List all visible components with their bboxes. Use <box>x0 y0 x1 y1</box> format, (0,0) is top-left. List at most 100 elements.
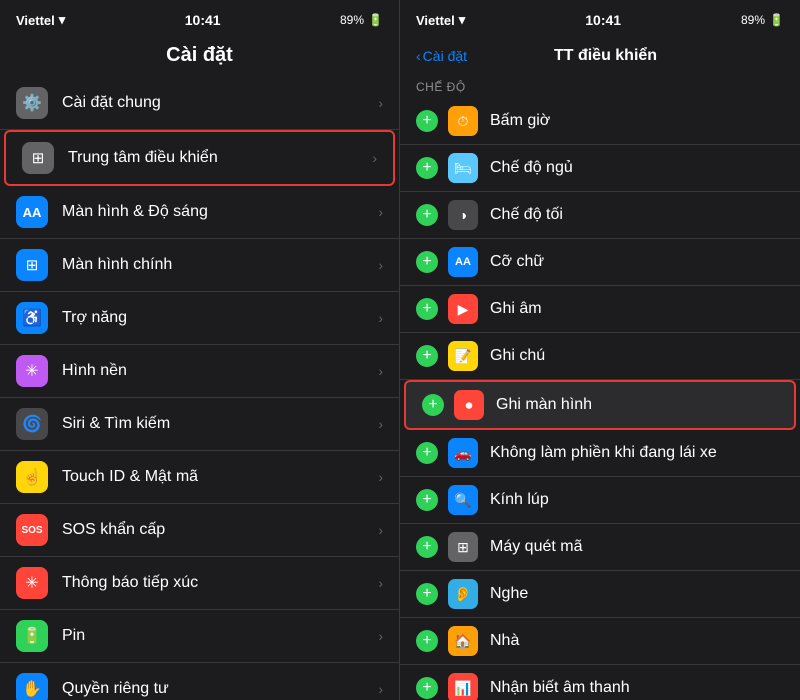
icon-che-do-toi: ◑ <box>448 200 478 230</box>
right-battery-pct: 89% <box>741 13 765 27</box>
add-ghi-man-hinh[interactable]: + <box>422 394 444 416</box>
left-status-left: Viettel ▾ <box>16 12 65 28</box>
back-button[interactable]: ‹ Cài đặt <box>416 48 467 64</box>
right-item-nhan-biet-am-thanh[interactable]: + 📊 Nhận biết âm thanh <box>400 665 800 700</box>
chevron-hinh-nen: › <box>378 363 383 379</box>
label-quyen: Quyền riêng tư <box>62 680 378 698</box>
label-touch-id: Touch ID & Mật mã <box>62 468 378 486</box>
settings-item-man-hinh-chinh[interactable]: ⊞ Màn hình chính › <box>0 239 399 292</box>
add-co-chu[interactable]: + <box>416 251 438 273</box>
icon-fingerprint: ☝ <box>22 467 42 487</box>
label-ghi-man-hinh: Ghi màn hình <box>496 396 592 414</box>
right-item-kinh-lup[interactable]: + 🔍 Kính lúp <box>400 477 800 524</box>
label-ghi-am: Ghi âm <box>490 300 542 318</box>
chevron-man-hinh: › <box>378 204 383 220</box>
label-man-hinh: Màn hình & Độ sáng <box>62 203 378 221</box>
label-sos: SOS khẩn cấp <box>62 521 378 539</box>
left-wifi-icon: ▾ <box>59 12 66 28</box>
label-man-hinh-chinh: Màn hình chính <box>62 256 378 274</box>
icon-homescreen: ⊞ <box>26 256 39 274</box>
right-item-nha[interactable]: + 🏠 Nhà <box>400 618 800 665</box>
label-kinh-lup: Kính lúp <box>490 491 549 509</box>
add-kinh-lup[interactable]: + <box>416 489 438 511</box>
right-item-nghe[interactable]: + 👂 Nghe <box>400 571 800 618</box>
icon-sound-recognition: 📊 <box>454 680 471 697</box>
right-item-khong-lam-phien[interactable]: + 🚗 Không làm phiền khi đang lái xe <box>400 430 800 477</box>
right-time: 10:41 <box>585 12 621 28</box>
back-chevron: ‹ <box>416 48 421 64</box>
icon-quyen: ✋ <box>16 673 48 700</box>
add-che-do-toi[interactable]: + <box>416 204 438 226</box>
chevron-thong-bao: › <box>378 575 383 591</box>
chevron-man-hinh-chinh: › <box>378 257 383 273</box>
add-ghi-chu[interactable]: + <box>416 345 438 367</box>
left-status-right: 89% 🔋 <box>340 13 383 27</box>
add-bam-gio[interactable]: + <box>416 110 438 132</box>
settings-item-trung-tam-dieu-khien[interactable]: ⊞ Trung tâm điều khiển › <box>4 130 395 186</box>
right-item-che-do-toi[interactable]: + ◑ Chế độ tối <box>400 192 800 239</box>
icon-bam-gio: ⏱ <box>448 106 478 136</box>
add-nha[interactable]: + <box>416 630 438 652</box>
settings-item-tro-nang[interactable]: ♿ Trợ năng › <box>0 292 399 345</box>
settings-item-cai-dat-chung[interactable]: ⚙️ Cài đặt chung › <box>0 77 399 130</box>
settings-item-thong-bao[interactable]: ✳ Thông báo tiếp xúc › <box>0 557 399 610</box>
add-nhan-biet-am-thanh[interactable]: + <box>416 677 438 699</box>
add-khong-lam-phien[interactable]: + <box>416 442 438 464</box>
right-item-bam-gio[interactable]: + ⏱ Bấm giờ <box>400 98 800 145</box>
icon-man-hinh-chinh: ⊞ <box>16 249 48 281</box>
icon-privacy: ✋ <box>22 679 42 699</box>
chevron-sos: › <box>378 522 383 538</box>
settings-item-touch-id[interactable]: ☝ Touch ID & Mật mã › <box>0 451 399 504</box>
icon-hinh-nen: ✳ <box>16 355 48 387</box>
icon-sos-text: SOS <box>21 525 42 536</box>
right-status-bar: Viettel ▾ 10:41 89% 🔋 <box>400 0 800 36</box>
left-carrier: Viettel <box>16 13 55 28</box>
chevron-pin: › <box>378 628 383 644</box>
label-hinh-nen: Hình nền <box>62 362 378 380</box>
add-nghe[interactable]: + <box>416 583 438 605</box>
icon-dark-mode: ◑ <box>459 207 467 223</box>
settings-item-hinh-nen[interactable]: ✳ Hình nền › <box>0 345 399 398</box>
add-che-do-ngu[interactable]: + <box>416 157 438 179</box>
right-carrier: Viettel <box>416 13 455 28</box>
icon-home: 🏠 <box>454 633 471 650</box>
label-siri: Siri & Tìm kiếm <box>62 415 378 433</box>
right-item-che-do-ngu[interactable]: + 🛏 Chế độ ngủ <box>400 145 800 192</box>
settings-item-quyen[interactable]: ✋ Quyền riêng tư › <box>0 663 399 700</box>
right-item-ghi-chu[interactable]: + 📝 Ghi chú <box>400 333 800 380</box>
icon-sleep: 🛏 <box>454 160 472 177</box>
icon-display: AA <box>23 205 42 220</box>
icon-ghi-man-hinh: ⏺ <box>454 390 484 420</box>
icon-magnifier: 🔍 <box>454 492 471 509</box>
label-bam-gio: Bấm giờ <box>490 112 550 130</box>
label-ghi-chu: Ghi chú <box>490 347 545 365</box>
add-ghi-am[interactable]: + <box>416 298 438 320</box>
right-item-ghi-man-hinh[interactable]: + ⏺ Ghi màn hình <box>404 380 796 430</box>
settings-item-man-hinh[interactable]: AA Màn hình & Độ sáng › <box>0 186 399 239</box>
icon-timer: ⏱ <box>458 113 469 130</box>
label-che-do-toi: Chế độ tối <box>490 206 563 224</box>
icon-trung-tam: ⊞ <box>22 142 54 174</box>
label-co-chu: Cỡ chữ <box>490 253 544 271</box>
right-item-may-quet-ma[interactable]: + ⊞ Máy quét mã <box>400 524 800 571</box>
icon-khong-lam-phien: 🚗 <box>448 438 478 468</box>
icon-siri-symbol: 🌀 <box>22 414 42 434</box>
label-thong-bao: Thông báo tiếp xúc <box>62 574 378 592</box>
settings-item-siri[interactable]: 🌀 Siri & Tìm kiếm › <box>0 398 399 451</box>
icon-wallpaper: ✳ <box>25 361 38 381</box>
icon-driving: 🚗 <box>454 445 471 462</box>
icon-nhan-biet-am-thanh: 📊 <box>448 673 478 700</box>
label-tro-nang: Trợ năng <box>62 309 378 327</box>
settings-item-pin[interactable]: 🔋 Pin › <box>0 610 399 663</box>
label-che-do-ngu: Chế độ ngủ <box>490 159 573 177</box>
left-settings-list: ⚙️ Cài đặt chung › ⊞ Trung tâm điều khiể… <box>0 77 399 700</box>
right-battery-icon: 🔋 <box>769 13 784 27</box>
left-panel: Viettel ▾ 10:41 89% 🔋 Cài đặt ⚙️ Cài đặt… <box>0 0 400 700</box>
add-may-quet-ma[interactable]: + <box>416 536 438 558</box>
right-item-ghi-am[interactable]: + ▶ Ghi âm <box>400 286 800 333</box>
chevron-quyen: › <box>378 681 383 697</box>
settings-item-sos[interactable]: SOS SOS khẩn cấp › <box>0 504 399 557</box>
icon-touch-id: ☝ <box>16 461 48 493</box>
right-item-co-chu[interactable]: + AA Cỡ chữ <box>400 239 800 286</box>
icon-voice-memo: ▶ <box>458 301 469 318</box>
